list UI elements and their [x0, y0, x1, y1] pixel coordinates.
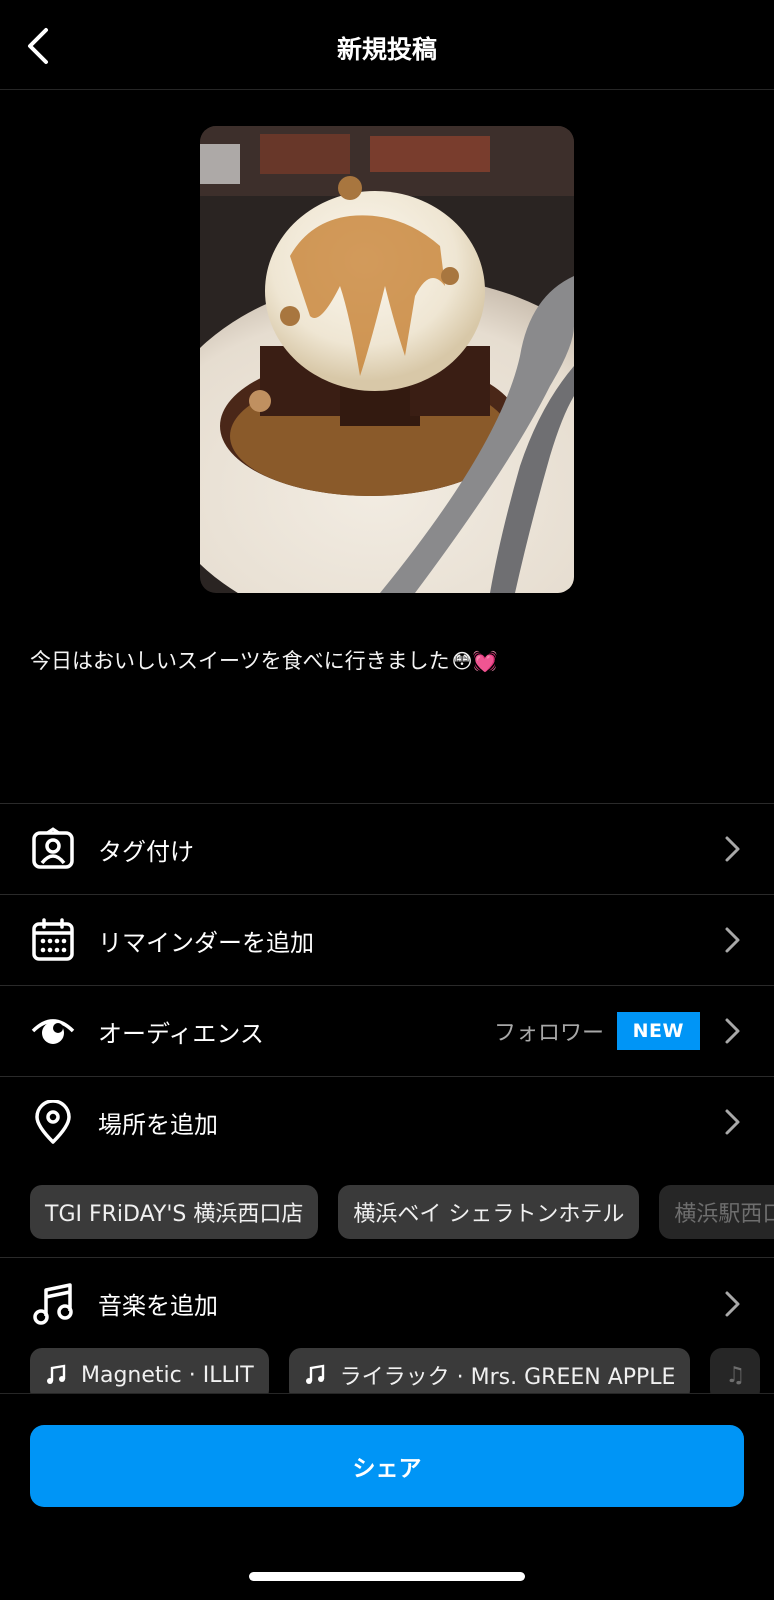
music-note-icon [305, 1364, 324, 1384]
audience-value: フォロワー [493, 1021, 604, 1046]
add-location-row[interactable]: 場所を追加 [0, 1076, 774, 1167]
add-music-label: 音楽を追加 [98, 1292, 218, 1320]
caption-text[interactable]: 今日はおいしいスイーツを食べに行きました 😳💓 [30, 645, 497, 675]
music-note-icon [30, 1281, 76, 1327]
add-music-row[interactable]: 音楽を追加 [0, 1258, 774, 1349]
tag-person-icon [30, 826, 76, 872]
calendar-icon [30, 917, 76, 963]
bottom-bar: シェア [0, 1393, 774, 1600]
audience-label: オーディエンス [98, 1019, 264, 1048]
chevron-right-icon [725, 1109, 740, 1135]
music-chip-label: ♫ [725, 1362, 746, 1388]
chevron-right-icon [725, 1018, 740, 1044]
chevron-right-icon [725, 927, 740, 953]
caption-body: 今日はおいしいスイーツを食べに行きました [30, 649, 450, 673]
chevron-right-icon [725, 1291, 740, 1316]
add-reminder-row[interactable]: リマインダーを追加 [0, 894, 774, 985]
location-chip[interactable]: 横浜駅西口 [659, 1185, 774, 1239]
dessert-photo [200, 126, 574, 593]
add-reminder-label: リマインダーを追加 [98, 928, 314, 957]
home-indicator [249, 1572, 525, 1581]
page-title: 新規投稿 [336, 35, 437, 64]
location-chip[interactable]: 横浜ベイ シェラトンホテル [338, 1185, 640, 1239]
eye-icon [30, 1008, 76, 1054]
tag-people-row[interactable]: タグ付け [0, 803, 774, 894]
share-button[interactable]: シェア [30, 1425, 744, 1507]
music-chip-label: Magnetic · ILLIT [81, 1362, 254, 1388]
new-badge: NEW [616, 1012, 700, 1050]
audience-row[interactable]: オーディエンス フォロワー NEW [0, 985, 774, 1076]
location-chip[interactable]: TGI FRiDAY'S 横浜西口店 [30, 1185, 319, 1239]
music-chip-label: ライラック · Mrs. GREEN APPLE [339, 1365, 676, 1390]
tag-people-label: タグ付け [98, 837, 194, 866]
chevron-right-icon [725, 836, 740, 862]
music-note-icon [47, 1364, 66, 1384]
add-location-label: 場所を追加 [98, 1110, 218, 1139]
header-bar: 新規投稿 [0, 0, 774, 90]
location-suggestions: TGI FRiDAY'S 横浜西口店 横浜ベイ シェラトンホテル 横浜駅西口 [30, 1185, 774, 1239]
caption-emoji: 😳💓 [451, 649, 498, 673]
post-photo-preview[interactable] [200, 126, 574, 593]
location-pin-icon [30, 1099, 76, 1145]
